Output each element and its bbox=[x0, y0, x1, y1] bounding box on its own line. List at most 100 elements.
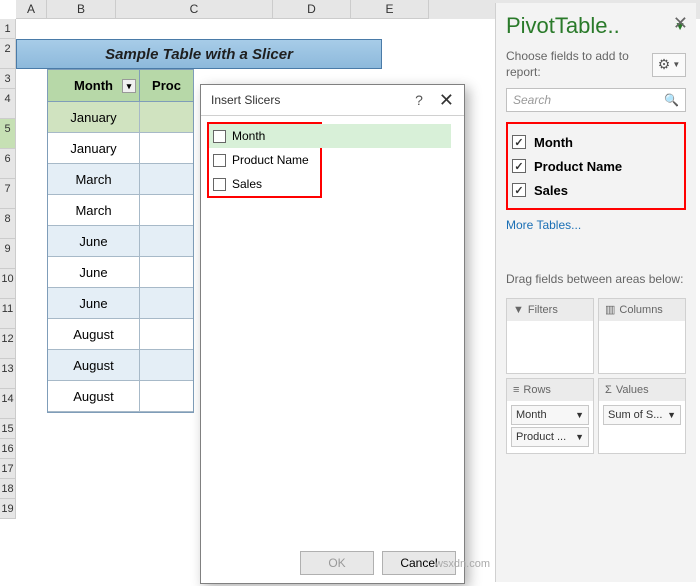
gear-icon: ⚙ bbox=[658, 56, 671, 73]
choose-row: Choose fields to add to report: ⚙▼ bbox=[506, 49, 686, 80]
checkbox[interactable] bbox=[213, 130, 226, 143]
cell-month: March bbox=[48, 195, 140, 225]
filter-icon: ▼ bbox=[513, 304, 524, 316]
table-row[interactable]: January bbox=[48, 133, 193, 164]
sigma-icon: Σ bbox=[605, 384, 612, 396]
area-label: Columns bbox=[619, 304, 662, 316]
table-row[interactable]: June bbox=[48, 288, 193, 319]
row-header[interactable]: 11 bbox=[0, 299, 16, 329]
checkbox[interactable]: ✓ bbox=[512, 135, 526, 149]
close-icon[interactable]: ✕ bbox=[673, 13, 688, 34]
row-pill[interactable]: Product ... ▼ bbox=[511, 427, 589, 447]
col-header-a[interactable]: A bbox=[16, 0, 47, 19]
field-label: Sales bbox=[534, 183, 568, 198]
checkbox[interactable]: ✓ bbox=[512, 183, 526, 197]
value-pill[interactable]: Sum of S...▼ bbox=[603, 405, 681, 425]
insert-slicers-dialog: Insert Slicers ? ✕ Month Product Name Sa… bbox=[200, 84, 465, 584]
col-header-d[interactable]: D bbox=[273, 0, 351, 19]
gear-button[interactable]: ⚙▼ bbox=[652, 53, 686, 77]
col-header-b[interactable]: B bbox=[47, 0, 116, 19]
col-header-e[interactable]: E bbox=[351, 0, 429, 19]
search-input[interactable]: Search 🔍 bbox=[506, 88, 686, 112]
checkbox[interactable] bbox=[213, 154, 226, 167]
dialog-buttons: OK Cancel bbox=[300, 551, 456, 575]
row-header[interactable]: 5 bbox=[0, 119, 16, 149]
row-header[interactable]: 18 bbox=[0, 479, 16, 499]
checkbox[interactable] bbox=[213, 178, 226, 191]
search-placeholder: Search bbox=[513, 93, 551, 107]
slicer-label: Sales bbox=[232, 177, 262, 191]
pill-label: Product ... bbox=[516, 431, 566, 443]
caret-icon: ▼ bbox=[672, 60, 680, 69]
row-header[interactable]: 9 bbox=[0, 239, 16, 269]
cell-month: June bbox=[48, 226, 140, 256]
cell-month: August bbox=[48, 350, 140, 380]
cell-month: June bbox=[48, 257, 140, 287]
slicer-item-sales[interactable]: Sales bbox=[209, 172, 320, 196]
row-header[interactable]: 14 bbox=[0, 389, 16, 419]
pivot-fields-panel: PivotTable.. ▼ ✕ Choose fields to add to… bbox=[495, 3, 696, 582]
row-header[interactable]: 12 bbox=[0, 329, 16, 359]
row-header[interactable]: 17 bbox=[0, 459, 16, 479]
choose-text: Choose fields to add to report: bbox=[506, 49, 636, 80]
table-row[interactable]: August bbox=[48, 350, 193, 381]
dropdown-icon[interactable]: ▾ bbox=[122, 79, 136, 93]
col-product[interactable]: Proc bbox=[140, 70, 193, 101]
caret-icon: ▼ bbox=[667, 410, 676, 420]
slicer-item-product[interactable]: Product Name bbox=[209, 148, 320, 172]
area-label: Values bbox=[616, 384, 649, 396]
checkbox[interactable]: ✓ bbox=[512, 159, 526, 173]
cell-month: June bbox=[48, 288, 140, 318]
row-header[interactable]: 10 bbox=[0, 269, 16, 299]
row-header[interactable]: 6 bbox=[0, 149, 16, 179]
cell-month: August bbox=[48, 381, 140, 411]
panel-title: PivotTable.. ▼ bbox=[506, 13, 686, 39]
table-row[interactable]: March bbox=[48, 164, 193, 195]
row-header[interactable]: 16 bbox=[0, 439, 16, 459]
help-icon[interactable]: ? bbox=[415, 92, 423, 108]
slicer-label: Product Name bbox=[232, 153, 309, 167]
rows-area[interactable]: ≡Rows Month▼ Product ...▼ bbox=[506, 378, 594, 454]
row-header[interactable]: 13 bbox=[0, 359, 16, 389]
more-tables-link[interactable]: More Tables... bbox=[506, 218, 686, 232]
table-row[interactable]: August bbox=[48, 381, 193, 412]
cell-month: January bbox=[48, 102, 140, 132]
ok-button[interactable]: OK bbox=[300, 551, 374, 575]
field-label: Month bbox=[534, 135, 573, 150]
row-pill[interactable]: Month▼ bbox=[511, 405, 589, 425]
row-header[interactable]: 4 bbox=[0, 89, 16, 119]
table-row[interactable]: June bbox=[48, 257, 193, 288]
title-banner: Sample Table with a Slicer bbox=[16, 39, 382, 69]
field-sales[interactable]: ✓ Sales bbox=[512, 178, 680, 202]
columns-area[interactable]: ▥Columns bbox=[598, 298, 686, 374]
col-month[interactable]: Month▾ bbox=[48, 70, 140, 101]
table-row[interactable]: June bbox=[48, 226, 193, 257]
table-row[interactable]: August bbox=[48, 319, 193, 350]
field-list: ✓ Month ✓ Product Name ✓ Sales bbox=[506, 122, 686, 210]
areas-grid: ▼Filters ▥Columns ≡Rows Month▼ Product .… bbox=[506, 298, 686, 454]
row-header[interactable]: 2 bbox=[0, 39, 16, 69]
caret-icon: ▼ bbox=[575, 432, 584, 442]
close-icon[interactable]: ✕ bbox=[439, 90, 454, 111]
row-header[interactable]: 1 bbox=[0, 19, 16, 39]
filters-area[interactable]: ▼Filters bbox=[506, 298, 594, 374]
col-header-c[interactable]: C bbox=[116, 0, 273, 19]
panel-title-text: PivotTable.. bbox=[506, 13, 620, 39]
table-row[interactable]: March bbox=[48, 195, 193, 226]
field-month[interactable]: ✓ Month bbox=[512, 130, 680, 154]
row-header[interactable]: 8 bbox=[0, 209, 16, 239]
dialog-titlebar[interactable]: Insert Slicers ? ✕ bbox=[201, 85, 464, 115]
row-header[interactable]: 7 bbox=[0, 179, 16, 209]
cell-month: August bbox=[48, 319, 140, 349]
field-product[interactable]: ✓ Product Name bbox=[512, 154, 680, 178]
row-header[interactable]: 3 bbox=[0, 69, 16, 89]
values-area[interactable]: Σ Values Sum of S...▼ bbox=[598, 378, 686, 454]
slicer-highlight-box: Month Product Name Sales bbox=[207, 122, 322, 198]
table-header: Month▾ Proc bbox=[48, 70, 193, 102]
field-label: Product Name bbox=[534, 159, 622, 174]
drag-label: Drag fields between areas below: bbox=[506, 272, 686, 288]
table-row[interactable]: January bbox=[48, 102, 193, 133]
row-header[interactable]: 19 bbox=[0, 499, 16, 519]
row-header[interactable]: 15 bbox=[0, 419, 16, 439]
slicer-item-month[interactable]: Month bbox=[209, 124, 451, 148]
